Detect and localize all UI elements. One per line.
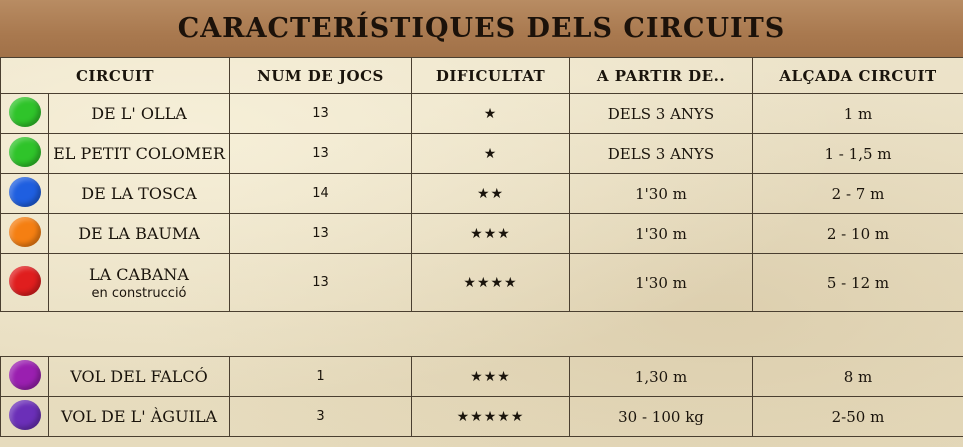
circuit-name-text: DE LA BAUMA <box>78 224 200 243</box>
circuit-name-text: LA CABANA <box>89 264 189 284</box>
difficulty-stars: ★★ <box>411 173 570 214</box>
table-row: VOL DEL FALCÓ 1 ★★★ 1,30 m8 m <box>0 356 963 397</box>
table-row: DE LA TOSCA 14 ★★ 1'30 m2 - 7 m <box>0 173 963 214</box>
table-row: VOL DE L' ÀGUILA 3 ★★★★★ 30 - 100 kg 2-50 m <box>0 396 963 437</box>
a-partir-cell: 1'30 m <box>569 173 753 214</box>
circuit-name-text: VOL DE L' ÀGUILA <box>60 407 218 426</box>
circuit-name: DE LA BAUMA <box>48 213 230 254</box>
circuit-name-text: DE L' OLLA <box>91 104 187 123</box>
circuit-color-dot <box>8 399 41 430</box>
color-marker-cell <box>0 93 49 134</box>
color-marker-cell <box>0 213 49 254</box>
circuit-note: en construcció <box>91 285 187 301</box>
num-jocs-cell: 13 <box>229 93 412 134</box>
header-row: CIRCUIT NUM DE JOCS DIFICULTAT A PARTIR … <box>0 57 963 94</box>
circuit-name: VOL DEL FALCÓ <box>48 356 230 397</box>
num-jocs-cell: 13 <box>229 253 412 312</box>
table-row: EL PETIT COLOMER 13 ★ DELS 3 ANYS 1 - 1,5 m <box>0 133 963 174</box>
header-alcada: ALÇADA CIRCUIT <box>752 57 963 94</box>
color-marker-cell <box>0 356 49 397</box>
circuit-color-dot <box>8 136 41 167</box>
header-circuit: CIRCUIT <box>0 57 230 94</box>
circuit-color-dot <box>8 265 41 296</box>
header-num-jocs: NUM DE JOCS <box>229 57 412 94</box>
alcada-cell: 5 - 12 m <box>752 253 963 312</box>
circuit-color-dot <box>8 176 41 207</box>
circuit-name: EL PETIT COLOMER <box>48 133 230 174</box>
circuit-name: LA CABANA en construcció <box>48 253 230 312</box>
a-partir-cell: 1,30 m <box>569 356 753 397</box>
circuits-table: CIRCUIT NUM DE JOCS DIFICULTAT A PARTIR … <box>0 57 963 437</box>
title-banner: CARACTERÍSTIQUES DELS CIRCUITS <box>0 0 963 57</box>
difficulty-stars: ★★★★★ <box>411 396 570 437</box>
a-partir-cell: 1'30 m <box>569 213 753 254</box>
circuit-name: DE LA TOSCA <box>48 173 230 214</box>
circuit-name-text: VOL DEL FALCÓ <box>70 367 208 386</box>
circuit-color-dot <box>8 216 41 247</box>
alcada-cell: 8 m <box>752 356 963 397</box>
num-jocs-cell: 13 <box>229 133 412 174</box>
difficulty-stars: ★★★ <box>411 356 570 397</box>
a-partir-cell: DELS 3 ANYS <box>569 133 753 174</box>
color-marker-cell <box>0 253 49 312</box>
a-partir-cell: DELS 3 ANYS <box>569 93 753 134</box>
table-row: DE LA BAUMA 13 ★★★ 1'30 m2 - 10 m <box>0 213 963 254</box>
header-a-partir: A PARTIR DE.. <box>569 57 753 94</box>
table-row: DE L' OLLA 13 ★ DELS 3 ANYS 1 m <box>0 93 963 134</box>
num-jocs-cell: 13 <box>229 213 412 254</box>
page-title: CARACTERÍSTIQUES DELS CIRCUITS <box>177 13 786 44</box>
circuit-name-text: EL PETIT COLOMER <box>53 144 225 163</box>
color-marker-cell <box>0 396 49 437</box>
color-marker-cell <box>0 133 49 174</box>
num-jocs-cell: 14 <box>229 173 412 214</box>
alcada-cell: 1 m <box>752 93 963 134</box>
alcada-cell: 2 - 10 m <box>752 213 963 254</box>
a-partir-cell: 1'30 m <box>569 253 753 312</box>
difficulty-stars: ★ <box>411 133 570 174</box>
difficulty-stars: ★★★ <box>411 213 570 254</box>
circuit-color-dot <box>8 359 41 390</box>
spacer-row <box>0 311 963 357</box>
table-row: LA CABANA en construcció 13 ★★★★ 1'30 m5 - 1… <box>0 253 963 312</box>
circuit-color-dot <box>8 96 41 127</box>
circuit-name: VOL DE L' ÀGUILA <box>48 396 230 437</box>
alcada-cell: 1 - 1,5 m <box>752 133 963 174</box>
header-dificultat: DIFICULTAT <box>411 57 570 94</box>
difficulty-stars: ★★★★ <box>411 253 570 312</box>
circuit-name-text: DE LA TOSCA <box>81 184 197 203</box>
spacer-cell <box>0 311 963 357</box>
page: CARACTERÍSTIQUES DELS CIRCUITS CIRCUIT N… <box>0 0 963 447</box>
difficulty-stars: ★ <box>411 93 570 134</box>
circuit-name: DE L' OLLA <box>48 93 230 134</box>
alcada-cell: 2-50 m <box>752 396 963 437</box>
num-jocs-cell: 1 <box>229 356 412 397</box>
color-marker-cell <box>0 173 49 214</box>
alcada-cell: 2 - 7 m <box>752 173 963 214</box>
num-jocs-cell: 3 <box>229 396 412 437</box>
a-partir-cell: 30 - 100 kg <box>569 396 753 437</box>
